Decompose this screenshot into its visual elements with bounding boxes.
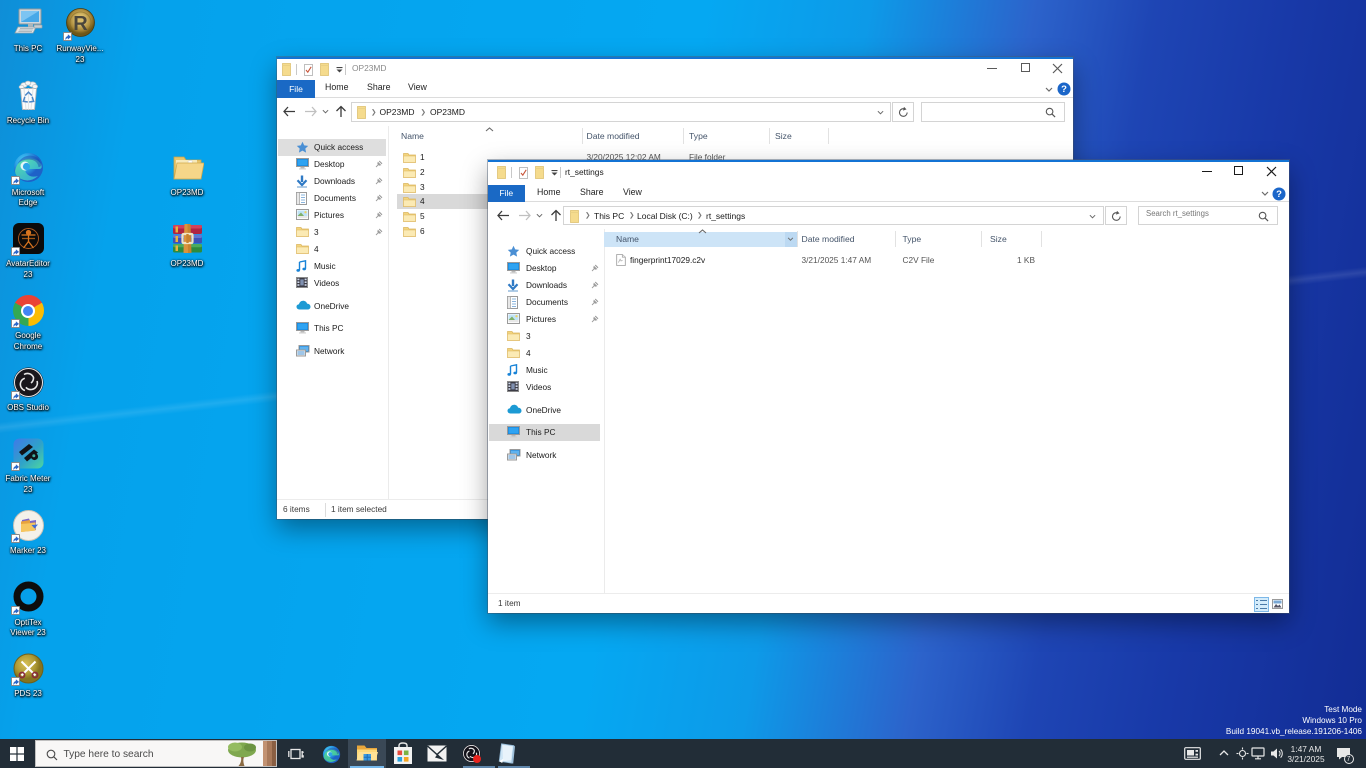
svg-text:?: ? [1061,84,1067,95]
svg-text:?: ? [1276,189,1282,200]
svg-text:R: R [73,13,88,35]
